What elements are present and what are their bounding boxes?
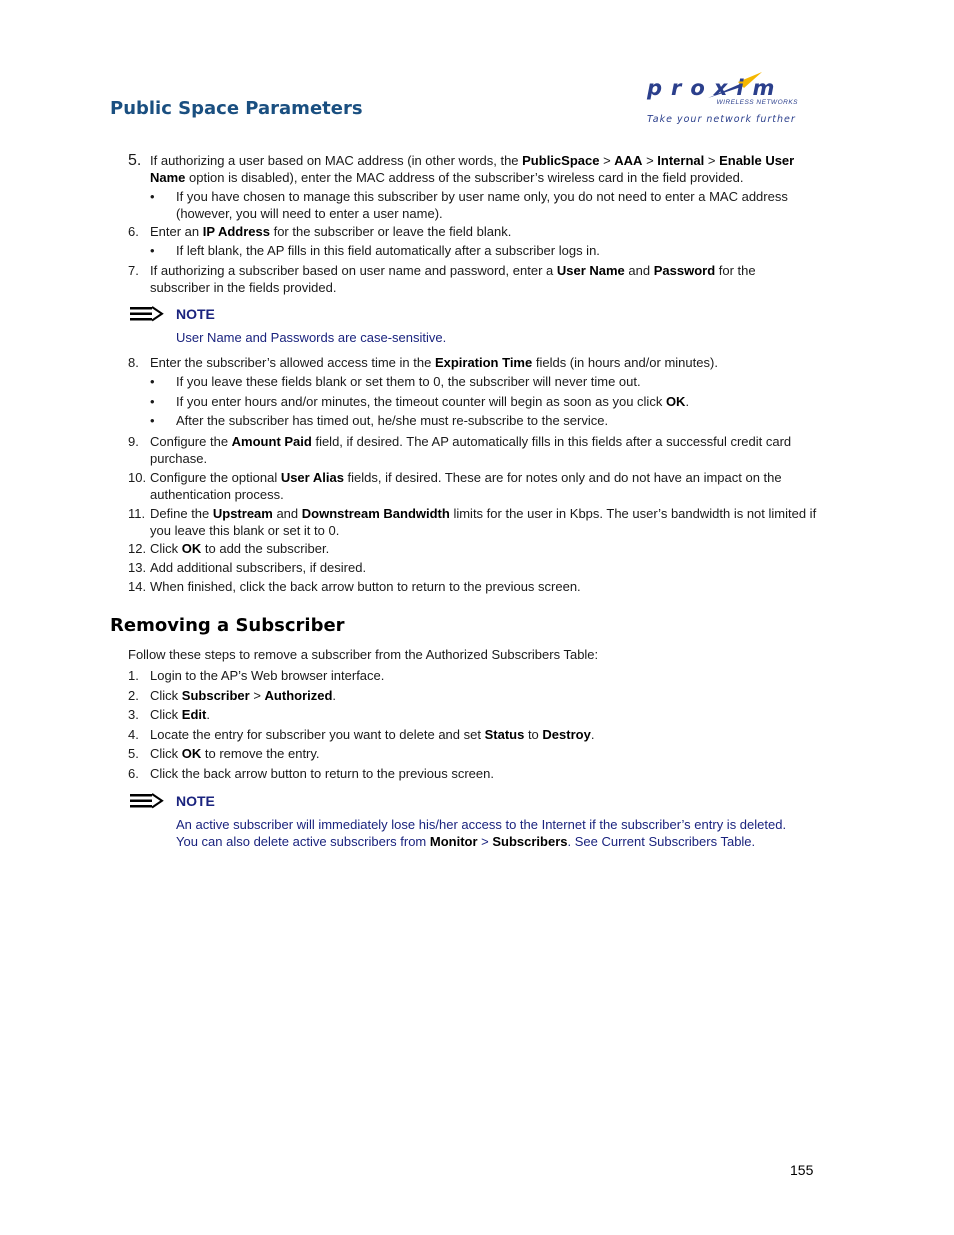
remove-step-3: 3. Click Edit.: [128, 707, 210, 722]
remove-step-1: 1. Login to the AP’s Web browser interfa…: [128, 668, 385, 683]
step-5: 5. If authorizing a user based on MAC ad…: [128, 152, 795, 185]
step-14: 14. When finished, click the back arrow …: [128, 579, 581, 594]
logo-tagline: Take your network further: [647, 114, 796, 125]
removing-title: Removing a Subscriber: [110, 615, 345, 636]
step-8: 8. Enter the subscriber’s allowed access…: [128, 355, 718, 370]
step-11: 11. Define the Upstream and Downstream B…: [128, 506, 817, 538]
proxim-logo: proxim WIRELESS NETWORKS Take your netwo…: [645, 70, 810, 132]
bullet-item: • If left blank, the AP fills in this fie…: [150, 243, 600, 258]
bullet-item: • After the subscriber has timed out, he/…: [150, 413, 609, 428]
step-7: 7. If authorizing a subscriber based on …: [128, 263, 756, 295]
remove-step-4: 4. Locate the entry for subscriber you w…: [128, 727, 595, 742]
page-number: 155: [790, 1162, 814, 1178]
removing-intro: Follow these steps to remove a subscribe…: [128, 647, 599, 662]
logo-subtitle: WIRELESS NETWORKS: [716, 99, 798, 106]
step-12: 12. Click OK to add the subscriber.: [128, 541, 330, 556]
step-9: 9. Configure the Amount Paid field, if d…: [128, 434, 792, 466]
note-label: NOTE: [176, 306, 215, 322]
note-arrow-icon: [130, 793, 164, 809]
note-header: NOTE: [130, 306, 215, 322]
note-text: An active subscriber will immediately lo…: [176, 817, 787, 849]
step-6: 6. Enter an IP Address for the subscribe…: [128, 224, 512, 239]
section-title: Public Space Parameters: [110, 98, 363, 119]
step-13: 13. Add additional subscribers, if desir…: [128, 560, 367, 575]
note-arrow-icon: [130, 306, 164, 322]
logo-wordmark: proxim: [647, 76, 784, 100]
bullet-item: • If you have chosen to manage this subsc…: [150, 189, 788, 221]
note-text: User Name and Passwords are case-sensiti…: [176, 330, 447, 345]
remove-step-2: 2. Click Subscriber > Authorized.: [128, 688, 337, 703]
note-label: NOTE: [176, 793, 215, 809]
bullet-item: • If you leave these fields blank or set …: [150, 374, 641, 389]
bullet-item: • If you enter hours and/or minutes, the …: [150, 394, 690, 409]
remove-step-6: 6. Click the back arrow button to return…: [128, 766, 494, 781]
note-header: NOTE: [130, 793, 215, 809]
remove-step-5: 5. Click OK to remove the entry.: [128, 746, 320, 761]
step-10: 10. Configure the optional User Alias fi…: [128, 470, 782, 502]
current-subscribers-table-link[interactable]: Current Subscribers Table: [601, 834, 751, 849]
